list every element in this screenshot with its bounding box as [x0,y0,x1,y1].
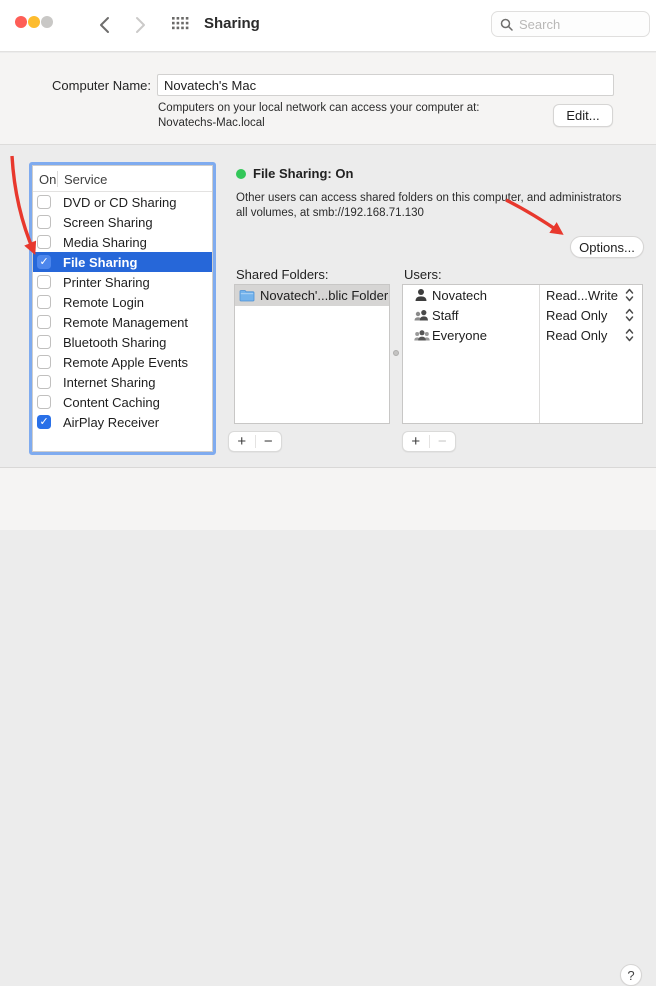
chevron-left-icon [99,16,110,34]
status-green-dot-icon [236,169,246,179]
service-row-content-caching[interactable]: Content Caching [33,392,212,412]
shared-folders-list[interactable]: Novatech'...blic Folder [234,284,390,424]
computer-name-label: Computer Name: [20,78,151,93]
checkbox[interactable] [37,255,51,269]
show-all-grid-icon[interactable] [172,17,189,34]
service-row-remote-apple-events[interactable]: Remote Apple Events [33,352,212,372]
service-row-file-sharing[interactable]: File Sharing [33,252,212,272]
user-row-novatech[interactable]: Novatech Read...Write [403,285,642,305]
user-name: Everyone [432,328,487,343]
checkbox[interactable] [37,215,51,229]
permission-stepper-icon[interactable] [625,308,634,322]
checkbox[interactable] [37,295,51,309]
close-window-button[interactable] [15,16,27,28]
bottom-bar: ? [0,467,656,530]
services-list: On Service DVD or CD Sharing Screen Shar… [29,162,216,455]
remove-user-button[interactable]: − [430,432,456,451]
service-row-remote-management[interactable]: Remote Management [33,312,212,332]
user-name: Staff [432,308,459,323]
checkbox[interactable] [37,395,51,409]
chevron-right-icon [135,16,146,34]
group-icon [414,328,430,342]
file-sharing-status: File Sharing: On [253,166,353,181]
service-row-airplay-receiver[interactable]: AirPlay Receiver [33,412,212,432]
computer-name-input[interactable] [157,74,614,96]
edit-button[interactable]: Edit... [553,104,613,127]
shared-folder-name: Novatech'...blic Folder [260,288,388,303]
service-row-bluetooth-sharing[interactable]: Bluetooth Sharing [33,332,212,352]
file-sharing-description: Other users can access shared folders on… [236,191,621,221]
user-row-staff[interactable]: Staff Read Only [403,305,642,325]
service-row-screen-sharing[interactable]: Screen Sharing [33,212,212,232]
local-network-description: Computers on your local network can acce… [158,101,480,131]
folder-icon [239,289,255,302]
service-row-internet-sharing[interactable]: Internet Sharing [33,372,212,392]
checkbox[interactable] [37,235,51,249]
shared-folders-label: Shared Folders: [236,267,329,282]
back-button[interactable] [92,12,116,38]
permission-stepper-icon[interactable] [625,288,634,302]
service-row-dvd-cd-sharing[interactable]: DVD or CD Sharing [33,192,212,212]
checkbox[interactable] [37,355,51,369]
zoom-window-button [41,16,53,28]
computer-name-section: Computer Name: Computers on your local n… [0,53,656,145]
checkbox[interactable] [37,375,51,389]
column-resize-handle[interactable] [393,350,399,356]
search-input[interactable] [519,17,629,32]
minimize-window-button[interactable] [28,16,40,28]
search-icon [500,18,513,31]
single-user-icon [414,288,428,302]
options-button[interactable]: Options... [570,236,644,258]
search-field[interactable] [491,11,650,37]
permission-value[interactable]: Read Only [546,308,607,323]
permission-value[interactable]: Read...Write [546,288,618,303]
column-header-service: Service [64,172,107,187]
permission-value[interactable]: Read Only [546,328,607,343]
add-folder-button[interactable]: + [229,432,255,451]
permission-stepper-icon[interactable] [625,328,634,342]
checkbox[interactable] [37,195,51,209]
page-title: Sharing [204,15,260,32]
user-name: Novatech [432,288,487,303]
shared-folder-row[interactable]: Novatech'...blic Folder [235,285,389,306]
toolbar: Sharing [0,0,656,52]
services-list-header: On Service [33,166,212,192]
service-row-printer-sharing[interactable]: Printer Sharing [33,272,212,292]
service-row-media-sharing[interactable]: Media Sharing [33,232,212,252]
service-row-remote-login[interactable]: Remote Login [33,292,212,312]
two-users-icon [414,308,429,322]
checkbox[interactable] [37,415,51,429]
users-add-remove: + − [402,431,456,452]
add-user-button[interactable]: + [403,432,429,451]
user-row-everyone[interactable]: Everyone Read Only [403,325,642,345]
column-header-on: On [39,172,56,187]
checkbox[interactable] [37,335,51,349]
sharing-preferences-window: { "window": { "title": "Sharing" }, "too… [0,0,656,530]
help-button[interactable]: ? [620,964,642,986]
column-divider [57,171,58,187]
users-label: Users: [404,267,442,282]
remove-folder-button[interactable]: − [256,432,282,451]
checkbox[interactable] [37,315,51,329]
forward-button[interactable] [128,12,152,38]
checkbox[interactable] [37,275,51,289]
users-list[interactable]: Novatech Read...Write Staff Read Only [402,284,643,424]
shared-folders-add-remove: + − [228,431,282,452]
